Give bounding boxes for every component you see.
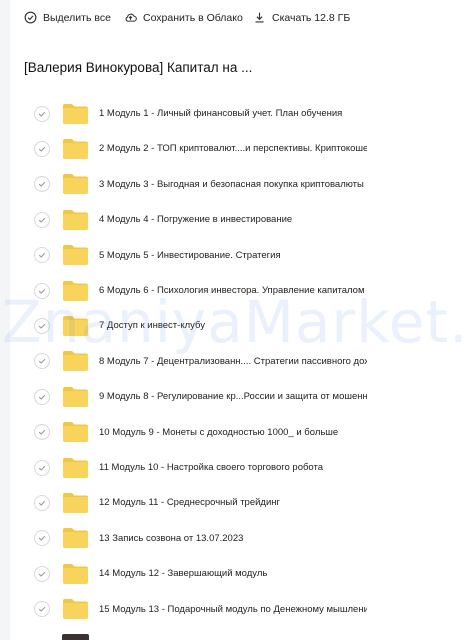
checkmark-icon [38, 606, 46, 612]
folder-icon [62, 527, 89, 549]
item-name: 14 Модуль 12 - Завершающий модуль [99, 568, 268, 580]
list-item[interactable]: 4 Модуль 4 - Погружение в инвестирование [10, 202, 467, 237]
list-item[interactable]: 3 Модуль 3 - Выгодная и безопасная покуп… [10, 167, 467, 202]
folder-icon [62, 598, 89, 620]
check-circle-icon [24, 11, 37, 24]
item-name: 15 Модуль 13 - Подарочный модуль по Дене… [99, 603, 367, 615]
download-label: Скачать 12.8 ГБ [272, 11, 351, 24]
item-checkbox[interactable] [34, 211, 50, 228]
item-checkbox[interactable] [34, 353, 50, 370]
list-item[interactable]: 1 Модуль 1 - Личный финансовый учет. Пла… [10, 96, 467, 131]
item-name: 2 Модуль 2 - ТОП криптовалют....и перспе… [99, 143, 367, 155]
folder-icon [62, 103, 89, 125]
item-checkbox[interactable] [34, 176, 50, 193]
item-checkbox[interactable] [34, 282, 50, 299]
item-name: 3 Модуль 3 - Выгодная и безопасная покуп… [99, 178, 364, 190]
item-checkbox[interactable] [34, 459, 50, 476]
list-item[interactable]: 5 Модуль 5 - Инвестирование. Стратегия [10, 238, 467, 273]
folder-icon [62, 457, 89, 479]
list-item[interactable]: 8 Модуль 7 - Децентрализованн.... Страте… [10, 344, 467, 379]
folder-icon [62, 280, 89, 302]
checkmark-icon [38, 500, 46, 506]
item-checkbox[interactable] [34, 140, 50, 157]
folder-icon [62, 350, 89, 372]
checkmark-icon [38, 429, 46, 435]
folder-icon [62, 563, 89, 585]
checkmark-icon [38, 323, 46, 329]
folder-icon [62, 244, 89, 266]
item-name: 4 Модуль 4 - Погружение в инвестирование [99, 214, 293, 226]
list-item[interactable]: 14 Модуль 12 - Завершающий модуль [10, 556, 467, 591]
checkmark-icon [38, 394, 46, 400]
checkmark-icon [38, 111, 46, 117]
item-name: 1 Модуль 1 - Личный финансовый учет. Пла… [99, 108, 343, 119]
item-name: 7 Доступ к инвест-клубу [99, 320, 205, 332]
folder-icon [62, 492, 89, 514]
list-item[interactable]: 9 Модуль 8 - Регулирование кр...России и… [10, 379, 467, 414]
item-name: 5 Модуль 5 - Инвестирование. Стратегия [99, 249, 281, 261]
list-item[interactable]: 7 Доступ к инвест-клубу [10, 308, 467, 343]
item-checkbox[interactable] [34, 424, 50, 441]
item-name: 11 Модуль 10 - Настройка своего торговог… [99, 462, 324, 473]
folder-title: [Валерия Винокурова] Капитал на ... [24, 60, 253, 75]
checkmark-icon [38, 182, 46, 188]
item-name: 6 Модуль 6 - Психология инвестора. Управ… [99, 285, 365, 296]
folder-icon [62, 138, 89, 160]
download-button[interactable]: Скачать 12.8 ГБ [253, 11, 350, 24]
checkmark-icon [38, 465, 46, 471]
item-checkbox[interactable] [34, 388, 50, 405]
item-name: 8 Модуль 7 - Децентрализованн.... Страте… [99, 355, 367, 367]
checkmark-icon [38, 536, 46, 542]
item-name: 10 Модуль 9 - Монеты с доходностью 1000_… [99, 426, 339, 438]
checkmark-icon [38, 252, 46, 258]
folder-icon [62, 315, 89, 337]
list-item[interactable]: 15 Модуль 13 - Подарочный модуль по Дене… [10, 592, 467, 627]
select-all-label: Выделить все [43, 11, 111, 24]
list-item[interactable]: 12 Модуль 11 - Среднесрочный трейдинг [10, 485, 467, 520]
download-icon [255, 12, 264, 23]
folder-icon [62, 386, 89, 408]
checkmark-icon [38, 288, 46, 294]
item-checkbox[interactable] [34, 105, 50, 122]
checkmark-icon [38, 359, 46, 365]
select-all-button[interactable]: Выделить все [24, 11, 111, 24]
folder-icon [62, 421, 89, 443]
toolbar: Выделить все Сохранить в Облако Скачать … [10, 0, 467, 36]
checkmark-icon [38, 217, 46, 223]
partial-item-thumbnail [62, 634, 89, 640]
item-checkbox[interactable] [34, 317, 50, 334]
item-checkbox[interactable] [34, 530, 50, 547]
checkmark-icon [38, 146, 46, 152]
item-checkbox[interactable] [34, 565, 50, 582]
item-name: 13 Запись созвона от 13.07.2023 [99, 532, 244, 544]
item-name: 9 Модуль 8 - Регулирование кр...России и… [99, 391, 367, 403]
folder-icon [62, 173, 89, 195]
list-item[interactable]: 10 Модуль 9 - Монеты с доходностью 1000_… [10, 415, 467, 450]
item-checkbox[interactable] [34, 247, 50, 264]
save-to-cloud-label: Сохранить в Облако [143, 11, 243, 24]
list-item[interactable]: 13 Запись созвона от 13.07.2023 [10, 521, 467, 556]
cloud-upload-icon [125, 13, 137, 22]
item-name: 12 Модуль 11 - Среднесрочный трейдинг [99, 497, 280, 509]
checkmark-icon [38, 571, 46, 577]
file-list-panel: Выделить все Сохранить в Облако Скачать … [10, 0, 467, 640]
list-item[interactable]: 11 Модуль 10 - Настройка своего торговог… [10, 450, 467, 485]
list-item[interactable]: 6 Модуль 6 - Психология инвестора. Управ… [10, 273, 467, 308]
list-item[interactable]: 2 Модуль 2 - ТОП криптовалют....и перспе… [10, 131, 467, 166]
save-to-cloud-button[interactable]: Сохранить в Облако [124, 11, 243, 24]
folder-icon [62, 209, 89, 231]
item-checkbox[interactable] [34, 601, 50, 618]
item-checkbox[interactable] [34, 494, 50, 511]
